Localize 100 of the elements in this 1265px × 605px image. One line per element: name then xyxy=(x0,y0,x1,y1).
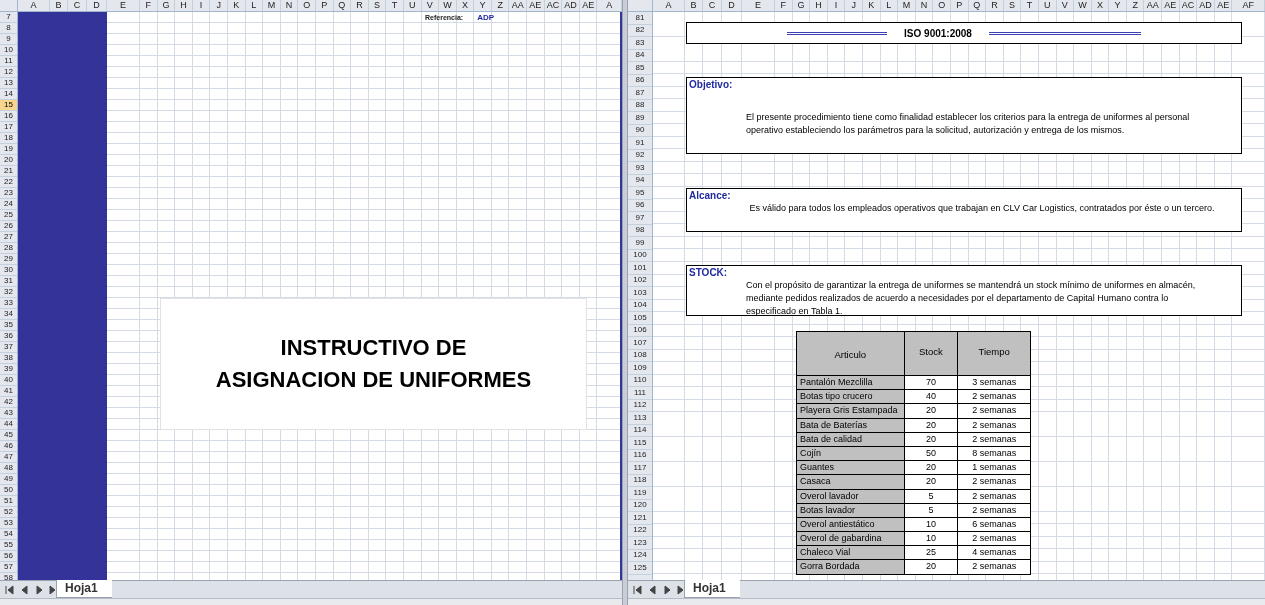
row-header[interactable]: 54 xyxy=(0,529,17,540)
column-header[interactable]: H xyxy=(810,0,828,11)
previous-sheet-icon[interactable] xyxy=(647,584,657,595)
column-header[interactable]: V xyxy=(1056,0,1075,11)
row-header[interactable]: 106 xyxy=(628,324,652,337)
row-header[interactable]: 97 xyxy=(628,212,652,225)
row-header[interactable]: 27 xyxy=(0,232,17,243)
row-header[interactable]: 123 xyxy=(628,537,652,550)
column-header[interactable]: AA xyxy=(1144,0,1163,11)
column-header[interactable]: B xyxy=(685,0,703,11)
column-header[interactable]: AE xyxy=(579,0,598,11)
column-header[interactable]: D xyxy=(87,0,107,11)
column-header[interactable]: I xyxy=(192,0,211,11)
row-header[interactable]: 93 xyxy=(628,162,652,175)
column-header[interactable]: Y xyxy=(474,0,492,11)
row-header[interactable]: 17 xyxy=(0,122,17,133)
row-header[interactable]: 16 xyxy=(0,111,17,122)
row-header[interactable]: 8 xyxy=(0,23,17,34)
column-header[interactable]: D xyxy=(722,0,742,11)
column-header[interactable]: Z xyxy=(491,0,510,11)
column-header[interactable]: AC xyxy=(1179,0,1198,11)
row-header[interactable]: 51 xyxy=(0,496,17,507)
row-header[interactable]: 29 xyxy=(0,254,17,265)
row-header[interactable]: 10 xyxy=(0,45,17,56)
row-header[interactable]: 84 xyxy=(628,49,652,62)
row-header[interactable]: 35 xyxy=(0,320,17,331)
column-header[interactable]: AD xyxy=(562,0,580,11)
column-header[interactable]: C xyxy=(703,0,722,11)
column-header[interactable]: AE xyxy=(1214,0,1233,11)
row-header[interactable]: 91 xyxy=(628,137,652,150)
row-header[interactable]: 111 xyxy=(628,387,652,400)
first-sheet-icon[interactable] xyxy=(4,584,14,595)
row-header[interactable]: 115 xyxy=(628,437,652,450)
row-header[interactable]: 52 xyxy=(0,507,17,518)
row-header[interactable]: 44 xyxy=(0,419,17,430)
column-header[interactable]: L xyxy=(245,0,264,11)
column-header[interactable]: AD xyxy=(1197,0,1215,11)
row-header[interactable]: 104 xyxy=(628,299,652,312)
column-header[interactable]: J xyxy=(210,0,228,11)
column-header[interactable]: V xyxy=(421,0,440,11)
row-header[interactable]: 15 xyxy=(0,100,17,111)
column-header[interactable]: AE xyxy=(1162,0,1180,11)
column-header[interactable]: E xyxy=(742,0,775,11)
row-header[interactable]: 125 xyxy=(628,562,652,575)
column-header[interactable]: P xyxy=(315,0,334,11)
row-header[interactable]: 119 xyxy=(628,487,652,500)
row-header[interactable]: 36 xyxy=(0,331,17,342)
row-header[interactable]: 85 xyxy=(628,62,652,75)
row-header[interactable]: 99 xyxy=(628,237,652,250)
row-header[interactable]: 31 xyxy=(0,276,17,287)
row-header[interactable]: 88 xyxy=(628,99,652,112)
row-header[interactable]: 112 xyxy=(628,399,652,412)
column-header[interactable]: K xyxy=(227,0,246,11)
row-header[interactable]: 38 xyxy=(0,353,17,364)
row-header[interactable]: 48 xyxy=(0,463,17,474)
column-header[interactable]: P xyxy=(950,0,969,11)
column-header[interactable]: R xyxy=(351,0,369,11)
column-header[interactable]: L xyxy=(880,0,899,11)
column-header[interactable]: G xyxy=(792,0,811,11)
row-header[interactable]: 108 xyxy=(628,349,652,362)
row-header[interactable]: 92 xyxy=(628,149,652,162)
column-header[interactable]: U xyxy=(1038,0,1057,11)
row-header[interactable]: 56 xyxy=(0,551,17,562)
column-header[interactable]: B xyxy=(50,0,68,11)
row-header[interactable]: 114 xyxy=(628,424,652,437)
column-header[interactable]: A xyxy=(18,0,50,11)
column-header[interactable]: R xyxy=(986,0,1004,11)
row-header[interactable]: 86 xyxy=(628,74,652,87)
row-header[interactable]: 107 xyxy=(628,337,652,350)
row-header[interactable]: 89 xyxy=(628,112,652,125)
row-header[interactable]: 9 xyxy=(0,34,17,45)
row-header[interactable]: 32 xyxy=(0,287,17,298)
row-header[interactable]: 13 xyxy=(0,78,17,89)
column-header[interactable]: Q xyxy=(968,0,987,11)
row-header[interactable]: 122 xyxy=(628,524,652,537)
column-header[interactable]: S xyxy=(1003,0,1022,11)
row-header[interactable]: 124 xyxy=(628,549,652,562)
row-header[interactable]: 42 xyxy=(0,397,17,408)
column-header[interactable]: AF xyxy=(1232,0,1265,11)
column-header[interactable]: G xyxy=(157,0,176,11)
row-header[interactable]: 101 xyxy=(628,262,652,275)
row-header[interactable]: 116 xyxy=(628,449,652,462)
column-header[interactable]: Y xyxy=(1109,0,1127,11)
column-header[interactable]: A xyxy=(653,0,685,11)
row-header[interactable]: 121 xyxy=(628,512,652,525)
row-header[interactable]: 24 xyxy=(0,199,17,210)
row-header[interactable]: 102 xyxy=(628,274,652,287)
column-header[interactable]: AC xyxy=(544,0,563,11)
row-header[interactable]: 7 xyxy=(0,12,17,23)
row-header[interactable]: 82 xyxy=(628,24,652,37)
column-header[interactable]: U xyxy=(403,0,422,11)
row-header[interactable]: 113 xyxy=(628,412,652,425)
row-header[interactable]: 23 xyxy=(0,188,17,199)
column-header[interactable]: W xyxy=(1074,0,1092,11)
row-header[interactable]: 118 xyxy=(628,474,652,487)
row-header[interactable]: 12 xyxy=(0,67,17,78)
column-header[interactable]: H xyxy=(175,0,193,11)
row-header[interactable]: 83 xyxy=(628,37,652,50)
sheet-tab[interactable]: Hoja1 xyxy=(56,580,112,598)
column-header[interactable]: F xyxy=(140,0,158,11)
